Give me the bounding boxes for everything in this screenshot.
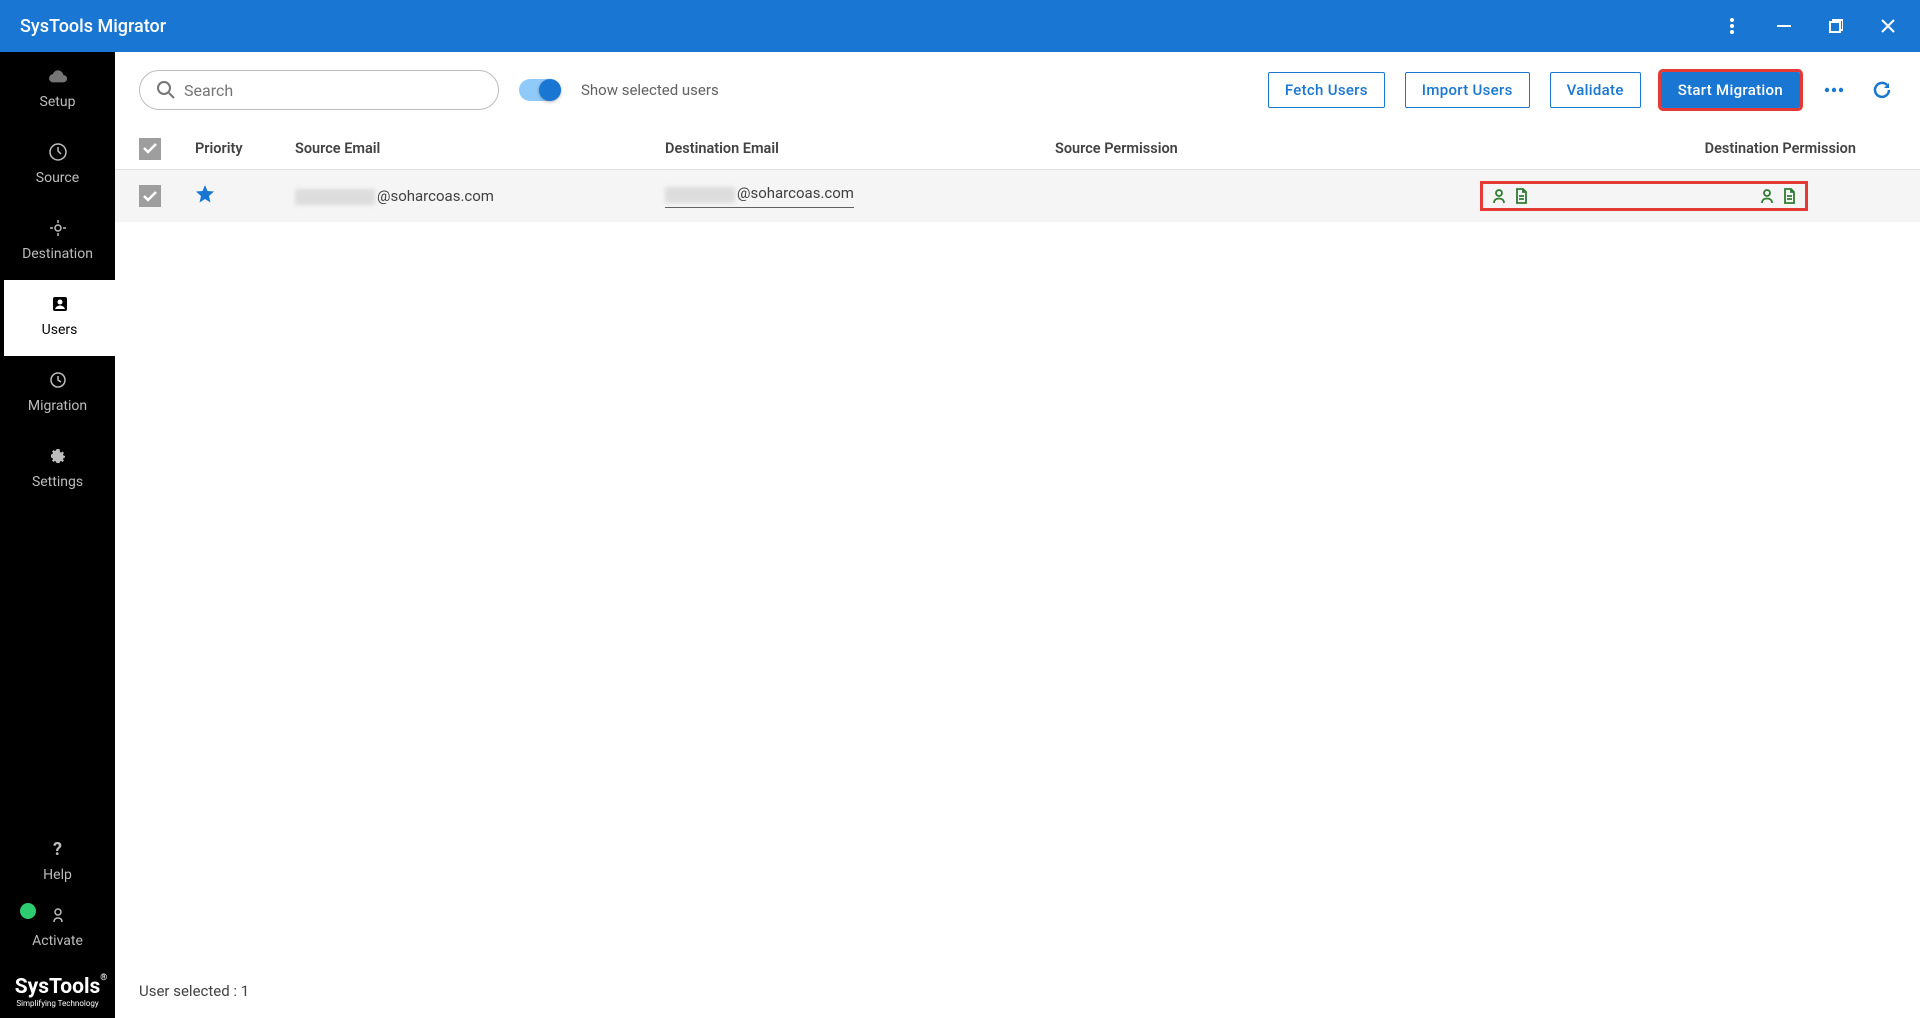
- toolbar: Show selected users Fetch Users Import U…: [115, 52, 1920, 128]
- search-input[interactable]: [184, 81, 482, 100]
- sidebar-item-source[interactable]: Source: [0, 128, 115, 204]
- activate-icon: [48, 905, 68, 925]
- column-source-permission[interactable]: Source Permission: [1055, 140, 1285, 157]
- maximize-icon[interactable]: [1824, 14, 1848, 38]
- source-email-cell: @soharcoas.com: [295, 187, 665, 205]
- sidebar-item-label: Setup: [40, 94, 76, 110]
- minimize-icon[interactable]: [1772, 14, 1796, 38]
- select-all-checkbox[interactable]: [139, 138, 161, 160]
- table-row[interactable]: @soharcoas.com @soharcoas.com: [115, 170, 1920, 222]
- permission-highlight: [1480, 181, 1808, 211]
- sidebar-item-users[interactable]: Users: [0, 280, 115, 356]
- sidebar-item-setup[interactable]: Setup: [0, 52, 115, 128]
- refresh-icon[interactable]: [1868, 76, 1896, 104]
- sidebar: Setup Source Destination Users Migration…: [0, 52, 115, 1018]
- fetch-users-button[interactable]: Fetch Users: [1268, 72, 1385, 108]
- destination-permission-icons: [1759, 188, 1797, 204]
- document-icon: [1781, 188, 1797, 204]
- source-icon: [48, 142, 68, 162]
- user-icon: [1759, 188, 1775, 204]
- sidebar-item-label: Help: [43, 867, 72, 883]
- destination-icon: [48, 218, 68, 238]
- sidebar-item-label: Settings: [32, 474, 83, 490]
- window-controls: [1720, 14, 1900, 38]
- search-input-wrap[interactable]: [139, 70, 499, 110]
- user-icon: [1491, 188, 1507, 204]
- more-icon[interactable]: [1720, 14, 1744, 38]
- app-title: SysTools Migrator: [20, 16, 1720, 37]
- sidebar-item-label: Source: [36, 170, 79, 186]
- sidebar-item-label: Migration: [28, 398, 87, 414]
- help-icon: ?: [48, 839, 68, 859]
- row-checkbox[interactable]: [139, 185, 161, 207]
- star-icon[interactable]: [195, 190, 215, 208]
- column-source-email[interactable]: Source Email: [295, 140, 665, 157]
- sidebar-item-settings[interactable]: Settings: [0, 432, 115, 508]
- table-header: Priority Source Email Destination Email …: [115, 128, 1920, 170]
- sidebar-item-label: Destination: [22, 246, 93, 262]
- column-destination-email[interactable]: Destination Email: [665, 140, 1055, 157]
- document-icon: [1513, 188, 1529, 204]
- sidebar-item-migration[interactable]: Migration: [0, 356, 115, 432]
- source-permission-icons: [1491, 188, 1529, 204]
- users-icon: [50, 294, 70, 314]
- start-migration-button[interactable]: Start Migration: [1661, 72, 1800, 108]
- destination-email-cell[interactable]: @soharcoas.com: [665, 184, 1055, 207]
- toggle-label: Show selected users: [581, 81, 719, 99]
- main-content: Show selected users Fetch Users Import U…: [115, 52, 1920, 1018]
- column-destination-permission[interactable]: Destination Permission: [1285, 140, 1896, 157]
- sidebar-item-help[interactable]: ? Help: [0, 825, 115, 901]
- sidebar-item-label: Activate: [32, 933, 83, 949]
- search-icon: [156, 80, 176, 100]
- more-actions-icon[interactable]: [1820, 76, 1848, 104]
- close-icon[interactable]: [1876, 14, 1900, 38]
- gear-icon: [48, 446, 68, 466]
- validate-button[interactable]: Validate: [1550, 72, 1641, 108]
- sidebar-item-label: Users: [42, 322, 78, 338]
- titlebar: SysTools Migrator: [0, 0, 1920, 52]
- cloud-icon: [48, 66, 68, 86]
- brand-logo: SysTools® Simplifying Technology: [0, 967, 115, 1018]
- import-users-button[interactable]: Import Users: [1405, 72, 1530, 108]
- column-priority[interactable]: Priority: [195, 140, 295, 157]
- sidebar-item-destination[interactable]: Destination: [0, 204, 115, 280]
- status-footer: User selected : 1: [115, 964, 1920, 1018]
- migration-icon: [48, 370, 68, 390]
- sidebar-item-activate[interactable]: Activate: [0, 901, 115, 967]
- show-selected-toggle[interactable]: [519, 79, 561, 101]
